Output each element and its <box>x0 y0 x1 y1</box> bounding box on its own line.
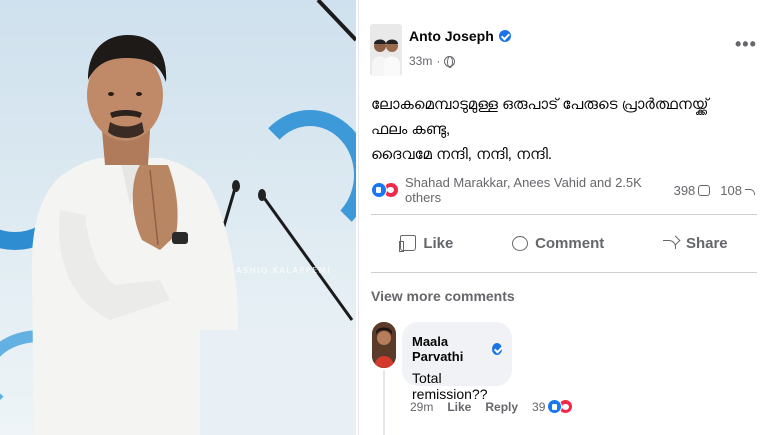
comment-reply-button[interactable]: Reply <box>485 400 518 414</box>
comment-label: Comment <box>535 234 605 252</box>
globe-icon <box>444 55 456 68</box>
post-author[interactable]: Anto Joseph <box>409 28 511 44</box>
commenter-name-row: Maala Parvathi <box>412 334 502 364</box>
like-button[interactable]: Like <box>386 231 467 256</box>
comment-button[interactable]: Comment <box>498 231 618 256</box>
share-button[interactable]: Share <box>649 231 742 256</box>
share-icon <box>745 185 757 196</box>
post-body: ലോകമെമ്പാടുമുള്ള ഒരുപാട് പേരുടെ പ്രാർത്ഥ… <box>371 92 761 167</box>
comment-count-value: 398 <box>673 182 696 198</box>
post-body-line: ദൈവമേ നന്ദി, നന്ദി, നന്ദി. <box>371 146 552 163</box>
like-label: Like <box>423 234 454 252</box>
engagement-counts: 398 108 <box>674 183 757 198</box>
meta-separator: · <box>436 54 441 68</box>
commenter-avatar-image <box>372 322 396 368</box>
author-avatar[interactable] <box>370 24 402 76</box>
reaction-icons <box>371 182 399 198</box>
divider <box>371 272 757 273</box>
share-count[interactable]: 108 <box>720 183 757 198</box>
comment-icon <box>512 235 529 251</box>
post-meta: 33m · <box>409 54 456 68</box>
reactions-summary[interactable]: Shahad Marakkar, Anees Vahid and 2.5K ot… <box>371 175 757 205</box>
comment-count[interactable]: 398 <box>674 183 711 198</box>
author-name[interactable]: Anto Joseph <box>409 28 494 44</box>
comment-bubble: Maala Parvathi Total remission?? <box>402 322 512 402</box>
comment-text: Total remission?? <box>412 370 488 402</box>
comment-reaction-icons <box>547 399 574 414</box>
comment-time[interactable]: 29m <box>410 400 433 414</box>
share-icon <box>662 236 679 250</box>
post-body-line: ലോകമെമ്പാടുമുള്ള ഒരുപാട് പേരുടെ പ്രാർത്ഥ… <box>371 96 709 113</box>
view-more-comments-link[interactable]: View more comments <box>371 288 515 304</box>
thumbs-up-icon <box>399 235 417 252</box>
reactions-text[interactable]: Shahad Marakkar, Anees Vahid and 2.5K ot… <box>405 175 674 205</box>
avatar-image <box>370 24 402 76</box>
post-body-line: ഫലം കണ്ടു, <box>371 121 451 138</box>
person-illustration <box>31 0 356 435</box>
comment-thread-line <box>383 370 385 435</box>
comment-reactions[interactable]: 39 <box>532 399 574 414</box>
post-time[interactable]: 33m <box>409 54 432 68</box>
post-photo[interactable]: ASHIQ KALAPPEMI <box>0 0 356 435</box>
like-reaction-icon <box>371 182 387 198</box>
comment-meta: 29m Like Reply 39 <box>410 399 574 414</box>
verified-icon <box>491 343 502 355</box>
share-label: Share <box>685 234 728 252</box>
photo-watermark: ASHIQ KALAPPEMI <box>236 266 331 275</box>
comment-icon <box>698 184 711 196</box>
post-actions: Like Comment Share <box>371 226 757 260</box>
commenter-avatar[interactable] <box>372 322 396 368</box>
comment-like-button[interactable]: Like <box>447 400 471 414</box>
divider <box>371 214 757 215</box>
comment-reaction-count: 39 <box>532 399 546 414</box>
facebook-post: Anto Joseph 33m · ••• ലോകമെമ്പാടുമുള്ള ഒ… <box>358 0 768 435</box>
commenter-name[interactable]: Maala Parvathi <box>412 334 488 364</box>
share-count-value: 108 <box>720 182 742 198</box>
more-options-button[interactable]: ••• <box>735 34 757 55</box>
verified-icon <box>498 30 511 42</box>
